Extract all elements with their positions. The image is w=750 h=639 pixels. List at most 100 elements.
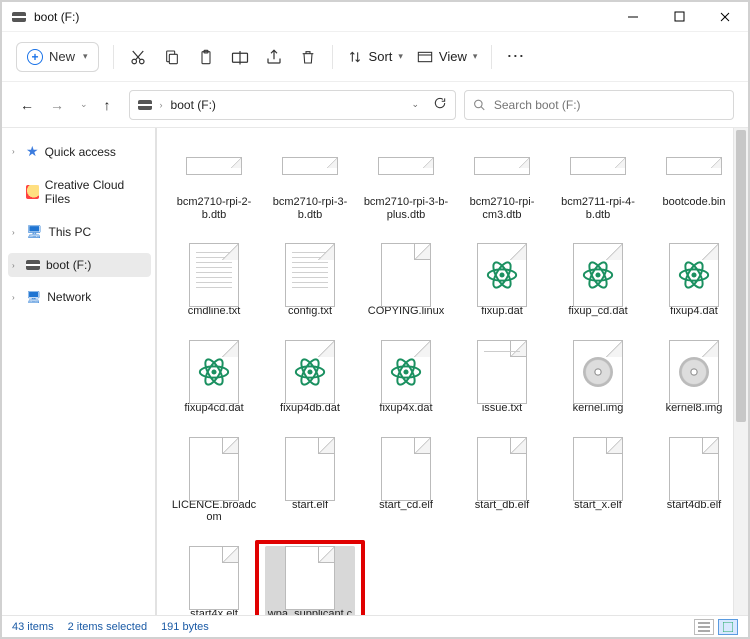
file-item[interactable]: LICENCE.broadcom xyxy=(169,437,259,528)
drive-icon xyxy=(138,100,152,110)
file-item[interactable]: bcm2711-rpi-4-b.dtb xyxy=(553,134,643,225)
network-icon: 🖥 xyxy=(26,290,41,304)
file-item[interactable]: fixup4x.dat xyxy=(361,340,451,419)
file-thumbnail xyxy=(666,344,722,400)
rename-icon[interactable] xyxy=(230,47,250,67)
share-icon[interactable] xyxy=(264,47,284,67)
navbar: ← → ⌄ ↑ › boot (F:) ⌄ xyxy=(2,82,748,128)
file-item[interactable]: kernel.img xyxy=(553,340,643,419)
file-item[interactable]: bootcode.bin xyxy=(649,134,739,225)
file-name: bcm2710-rpi-2-b.dtb xyxy=(171,196,257,221)
file-item[interactable]: start4db.elf xyxy=(649,437,739,528)
file-item[interactable]: bcm2710-rpi-cm3.dtb xyxy=(457,134,547,225)
monitor-icon: 🖥 xyxy=(26,224,43,240)
sidebar-item-quick-access[interactable]: › ★ Quick access xyxy=(8,138,151,165)
sidebar-item-label: This PC xyxy=(49,225,92,239)
drive-icon xyxy=(26,260,40,270)
file-item[interactable]: start.elf xyxy=(265,437,355,528)
file-thumbnail xyxy=(186,247,242,303)
file-item[interactable]: bcm2710-rpi-3-b-plus.dtb xyxy=(361,134,451,225)
file-thumbnail xyxy=(570,247,626,303)
selection-size: 191 bytes xyxy=(161,621,209,633)
sidebar-item-creative-cloud[interactable]: Creative Cloud Files xyxy=(8,173,151,211)
file-thumbnail xyxy=(666,247,722,303)
file-item[interactable]: start_cd.elf xyxy=(361,437,451,528)
star-icon: ★ xyxy=(26,143,39,160)
chevron-down-icon: ▾ xyxy=(398,51,403,62)
file-item[interactable]: kernel8.img xyxy=(649,340,739,419)
sidebar-item-label: Quick access xyxy=(45,145,116,159)
sort-button[interactable]: Sort ▾ xyxy=(347,49,403,65)
sidebar-item-this-pc[interactable]: › 🖥 This PC xyxy=(8,219,151,245)
cut-icon[interactable] xyxy=(128,47,148,67)
copy-icon[interactable] xyxy=(162,47,182,67)
new-button[interactable]: + New ▾ xyxy=(16,42,99,72)
file-item[interactable]: cmdline.txt xyxy=(169,243,259,322)
view-button[interactable]: View ▾ xyxy=(417,49,477,64)
separator xyxy=(332,45,333,69)
file-item[interactable]: fixup4cd.dat xyxy=(169,340,259,419)
file-item[interactable]: fixup_cd.dat xyxy=(553,243,643,322)
search-icon xyxy=(473,98,486,112)
recent-locations-button[interactable]: ⌄ xyxy=(80,99,88,110)
details-view-button[interactable] xyxy=(694,619,714,635)
close-button[interactable] xyxy=(702,2,748,32)
search-input[interactable] xyxy=(494,98,725,112)
file-name: LICENCE.broadcom xyxy=(171,499,257,524)
file-item[interactable]: start_x.elf xyxy=(553,437,643,528)
file-thumbnail xyxy=(474,441,530,497)
titlebar: boot (F:) xyxy=(2,2,748,32)
address-bar[interactable]: › boot (F:) ⌄ xyxy=(129,90,456,120)
file-item[interactable]: issue.txt xyxy=(457,340,547,419)
file-item[interactable]: start_db.elf xyxy=(457,437,547,528)
minimize-button[interactable] xyxy=(610,2,656,32)
file-thumbnail xyxy=(474,344,530,400)
sidebar-item-label: Creative Cloud Files xyxy=(45,178,147,206)
up-button[interactable]: ↑ xyxy=(104,97,111,113)
item-count: 43 items xyxy=(12,621,54,633)
more-button[interactable]: ⋯ xyxy=(506,46,526,67)
scrollbar-thumb[interactable] xyxy=(736,130,746,422)
file-item[interactable]: config.txt xyxy=(265,243,355,322)
plus-icon: + xyxy=(27,49,43,65)
file-item[interactable]: start4x.elf xyxy=(169,546,259,615)
file-thumbnail xyxy=(570,344,626,400)
file-thumbnail xyxy=(378,247,434,303)
file-thumbnail xyxy=(186,550,242,606)
nav-arrows: ← → ⌄ ↑ xyxy=(20,97,111,113)
file-thumbnail xyxy=(666,441,722,497)
chevron-down-icon: ▾ xyxy=(83,51,88,62)
chevron-right-icon: › xyxy=(12,261,20,270)
file-thumbnail xyxy=(378,344,434,400)
file-item[interactable]: bcm2710-rpi-3-b.dtb xyxy=(265,134,355,225)
breadcrumb-folder[interactable]: boot (F:) xyxy=(171,98,216,112)
sidebar-item-boot-drive[interactable]: › boot (F:) xyxy=(8,253,151,277)
file-item[interactable]: fixup4.dat xyxy=(649,243,739,322)
file-item[interactable]: COPYING.linux xyxy=(361,243,451,322)
search-bar[interactable] xyxy=(464,90,734,120)
statusbar: 43 items 2 items selected 191 bytes xyxy=(2,615,748,637)
file-item[interactable]: fixup.dat xyxy=(457,243,547,322)
vertical-scrollbar[interactable] xyxy=(733,128,748,615)
large-icons-view-button[interactable] xyxy=(718,619,738,635)
sidebar: › ★ Quick access Creative Cloud Files › … xyxy=(2,128,157,615)
sidebar-item-label: Network xyxy=(47,290,91,304)
selection-count: 2 items selected xyxy=(68,621,147,633)
forward-button[interactable]: → xyxy=(50,97,64,113)
paste-icon[interactable] xyxy=(196,47,216,67)
file-item[interactable]: fixup4db.dat xyxy=(265,340,355,419)
maximize-button[interactable] xyxy=(656,2,702,32)
file-thumbnail xyxy=(666,138,722,194)
window-title: boot (F:) xyxy=(34,10,610,24)
file-thumbnail xyxy=(282,247,338,303)
file-thumbnail xyxy=(282,344,338,400)
refresh-button[interactable] xyxy=(433,96,447,113)
chevron-right-icon: › xyxy=(12,147,20,156)
delete-icon[interactable] xyxy=(298,47,318,67)
address-dropdown-button[interactable]: ⌄ xyxy=(411,99,419,110)
file-item[interactable]: wpa_supplicant.conf xyxy=(265,546,355,615)
back-button[interactable]: ← xyxy=(20,97,34,113)
file-item[interactable]: bcm2710-rpi-2-b.dtb xyxy=(169,134,259,225)
file-name: bcm2710-rpi-cm3.dtb xyxy=(459,196,545,221)
sidebar-item-network[interactable]: › 🖥 Network xyxy=(8,285,151,309)
